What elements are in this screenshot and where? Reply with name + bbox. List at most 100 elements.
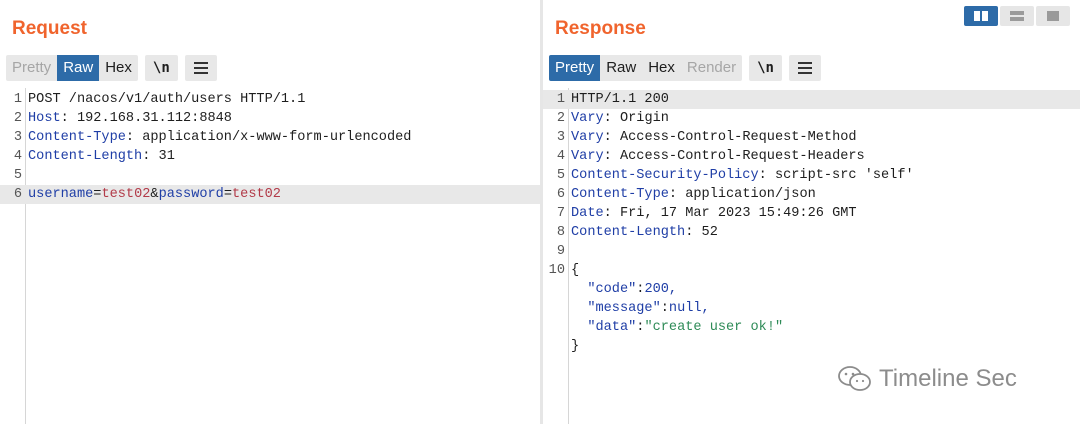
line-text: "code":200,	[587, 282, 678, 297]
header-value: Fri, 17 Mar 2023 15:49:26 GMT	[611, 206, 857, 221]
code-line: "message":null,	[543, 299, 1080, 318]
line-text: }	[571, 337, 579, 356]
json-key: "code"	[587, 282, 637, 297]
request-panel: Request Pretty Raw Hex \n 1 POST /nacos/v…	[0, 0, 540, 424]
code-line: "code":200,	[543, 280, 1080, 299]
hamburger-menu-icon-bar	[797, 66, 812, 69]
param-value: test02	[101, 187, 151, 202]
header-value: Access-Control-Request-Method	[611, 130, 857, 145]
param-name: password	[158, 187, 224, 202]
request-editor[interactable]: 1 POST /nacos/v1/auth/users HTTP/1.1 2 Host…	[0, 88, 540, 424]
header-value: Access-Control-Request-Headers	[611, 149, 865, 164]
line-number: 9	[556, 244, 565, 259]
header-name: Vary	[571, 111, 604, 126]
code-line: 4 Content-Length: 31	[0, 147, 540, 166]
line-text: POST /nacos/v1/auth/users HTTP/1.1	[28, 90, 305, 109]
json-value: 200,	[644, 282, 678, 297]
single-pane-icon[interactable]	[1036, 6, 1070, 26]
header-name: Content-Type	[28, 130, 126, 145]
response-tab-raw[interactable]: Raw	[600, 54, 643, 81]
line-number: 2	[13, 111, 22, 126]
request-toolbar: Pretty Raw Hex \n	[6, 54, 217, 81]
line-text: Host: 192.168.31.112:8848	[28, 111, 232, 126]
wechat-icon	[838, 366, 871, 391]
line-text: Content-Type: application/json	[571, 187, 816, 202]
layout-switch	[962, 6, 1070, 26]
side-by-side-icon[interactable]	[964, 6, 998, 26]
code-line: 2 Vary: Origin	[543, 109, 1080, 128]
response-menu-button[interactable]	[788, 54, 821, 81]
line-text: username=test02&password=test02	[28, 187, 281, 202]
request-tab-hex[interactable]: Hex	[99, 54, 138, 81]
line-text: Date: Fri, 17 Mar 2023 15:49:26 GMT	[571, 206, 857, 221]
header-name: Vary	[571, 149, 604, 164]
header-name: Content-Security-Policy	[571, 168, 759, 183]
code-line: 3 Content-Type: application/x-www-form-ur…	[0, 128, 540, 147]
header-name: Vary	[571, 130, 604, 145]
json-key: "data"	[587, 320, 637, 335]
code-line: 7 Date: Fri, 17 Mar 2023 15:49:26 GMT	[543, 204, 1080, 223]
response-panel: Response Pretty Raw Hex Render \n 1 HTTP/…	[543, 0, 1080, 424]
code-line: 3 Vary: Access-Control-Request-Method	[543, 128, 1080, 147]
line-text: Content-Security-Policy: script-src 'sel…	[571, 168, 914, 183]
hamburger-menu-icon	[193, 61, 208, 64]
response-tab-render[interactable]: Render	[680, 54, 743, 81]
header-name: Date	[571, 206, 604, 221]
header-value: script-src 'self'	[766, 168, 914, 183]
json-value: null,	[668, 301, 710, 316]
line-text: HTTP/1.1 200	[571, 90, 669, 109]
code-line: 5	[0, 166, 540, 185]
header-value: Origin	[611, 111, 669, 126]
code-line: 5 Content-Security-Policy: script-src 'se…	[543, 166, 1080, 185]
line-number: 2	[556, 111, 565, 126]
request-tab-pretty[interactable]: Pretty	[6, 54, 58, 81]
request-title: Request	[12, 18, 87, 39]
request-menu-button[interactable]	[184, 54, 217, 81]
line-text: "message":null,	[587, 301, 710, 316]
code-line: }	[543, 337, 1080, 356]
hamburger-menu-icon-bar	[193, 71, 208, 74]
response-newline-toggle[interactable]: \n	[749, 54, 782, 81]
line-number: 6	[556, 187, 565, 202]
code-line: "data":"create user ok!"	[543, 318, 1080, 337]
line-number: 7	[556, 206, 565, 221]
header-value: application/json	[677, 187, 816, 202]
response-tab-pretty[interactable]: Pretty	[549, 54, 601, 81]
response-tab-hex[interactable]: Hex	[642, 54, 681, 81]
line-number: 5	[13, 168, 22, 183]
header-value: 192.168.31.112:8848	[68, 111, 232, 126]
line-text: Vary: Origin	[571, 111, 669, 126]
line-text: Content-Type: application/x-www-form-url…	[28, 130, 412, 145]
watermark-text: Timeline Sec	[879, 365, 1017, 392]
hamburger-menu-icon-bar	[797, 71, 812, 74]
response-title: Response	[555, 18, 646, 39]
line-number: 6	[13, 187, 22, 202]
line-text: Content-Length: 52	[571, 225, 718, 240]
json-value: "create user ok!"	[644, 320, 784, 335]
param-value: test02	[232, 187, 281, 202]
header-value: 31	[150, 149, 175, 164]
line-content: HTTP/1.1 200	[571, 92, 669, 107]
line-content: {	[571, 263, 580, 278]
param-separator: &	[150, 187, 159, 202]
header-name: Content-Length	[571, 225, 686, 240]
header-value: 52	[693, 225, 718, 240]
watermark: Timeline Sec	[837, 364, 1017, 394]
line-number: 1	[13, 92, 22, 107]
stacked-horizontal-icon[interactable]	[1000, 6, 1034, 26]
code-line: 9	[543, 242, 1080, 261]
code-line: 4 Vary: Access-Control-Request-Headers	[543, 147, 1080, 166]
code-line: 1 HTTP/1.1 200	[543, 90, 1080, 109]
request-view-tabs: Pretty Raw Hex	[6, 54, 138, 81]
code-line: 6 Content-Type: application/json	[543, 185, 1080, 204]
line-text: Vary: Access-Control-Request-Method	[571, 130, 857, 145]
code-line: 6 username=test02&password=test02	[0, 185, 540, 204]
line-number: 3	[13, 130, 22, 145]
code-line: 2 Host: 192.168.31.112:8848	[0, 109, 540, 128]
request-newline-toggle[interactable]: \n	[144, 54, 178, 81]
line-text: "data":"create user ok!"	[587, 320, 784, 335]
code-line: 1 POST /nacos/v1/auth/users HTTP/1.1	[0, 90, 540, 109]
param-name: username	[28, 187, 94, 202]
header-name: Host	[28, 111, 61, 126]
request-tab-raw[interactable]: Raw	[57, 54, 100, 81]
